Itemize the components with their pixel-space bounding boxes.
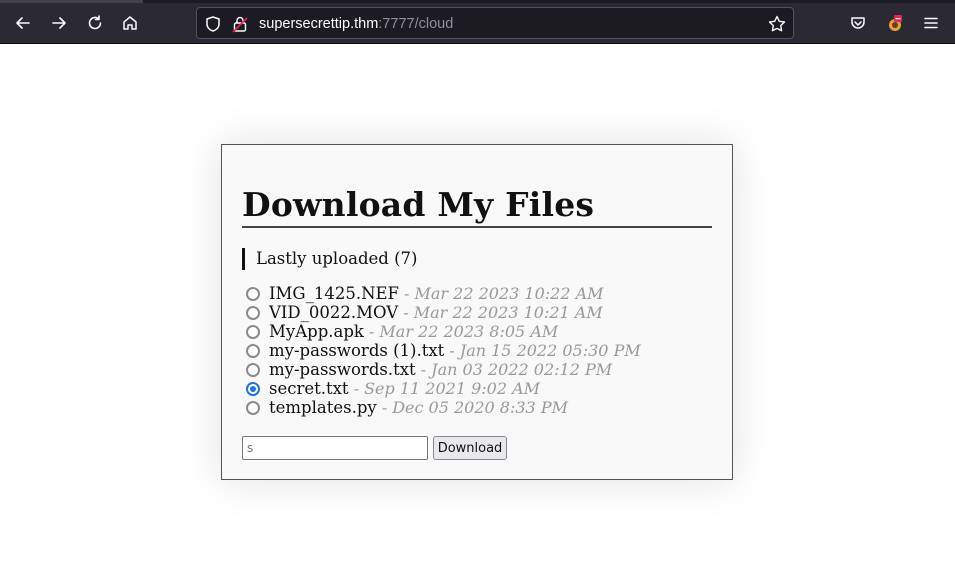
back-icon — [16, 17, 30, 29]
file-name: my-passwords.txt — [269, 360, 416, 379]
url-path: :7777/cloud — [378, 16, 454, 32]
active-tab-indicator — [0, 0, 143, 3]
file-date: - Sep 11 2021 9:02 AM — [353, 379, 541, 398]
list-item[interactable]: my-passwords.txt - Jan 03 2022 02:12 PM — [246, 360, 641, 379]
page-title: Download My Files — [242, 185, 712, 228]
star-icon[interactable] — [767, 14, 787, 34]
pocket-icon — [851, 17, 865, 29]
filename-input[interactable] — [242, 436, 428, 460]
file-date: - Mar 22 2023 10:21 AM — [403, 303, 603, 322]
menu-button[interactable] — [916, 8, 946, 38]
file-name: secret.txt — [269, 379, 349, 398]
list-item[interactable]: templates.py - Dec 05 2020 8:33 PM — [246, 398, 641, 417]
file-name: VID_0022.MOV — [269, 303, 399, 322]
address-bar[interactable]: supersecrettip.thm:7777/cloud — [196, 7, 794, 39]
list-item[interactable]: IMG_1425.NEF - Mar 22 2023 10:22 AM — [246, 284, 641, 303]
list-item[interactable]: VID_0022.MOV - Mar 22 2023 10:21 AM — [246, 303, 641, 322]
file-radio[interactable] — [246, 286, 260, 301]
reload-button[interactable] — [80, 8, 110, 38]
tab-strip — [0, 0, 955, 3]
file-name: templates.py — [269, 398, 377, 417]
download-panel: Download My Files Lastly uploaded (7) IM… — [221, 144, 733, 480]
list-item[interactable]: MyApp.apk - Mar 22 2023 8:05 AM — [246, 322, 641, 341]
file-date: - Dec 05 2020 8:33 PM — [381, 398, 568, 417]
list-item[interactable]: my-passwords (1).txt - Jan 15 2022 05:30 … — [246, 341, 641, 360]
uploads-subtitle: Lastly uploaded (7) — [242, 248, 417, 270]
extension-icon — [889, 15, 902, 31]
file-date: - Mar 22 2023 8:05 AM — [368, 322, 559, 341]
file-date: - Mar 22 2023 10:22 AM — [404, 284, 604, 303]
lock-icon[interactable] — [232, 15, 248, 33]
file-date: - Jan 15 2022 05:30 PM — [449, 341, 641, 360]
file-radio[interactable] — [246, 305, 260, 320]
file-radio[interactable] — [246, 381, 260, 396]
reload-icon — [88, 15, 102, 30]
file-radio[interactable] — [246, 362, 260, 377]
file-radio[interactable] — [246, 400, 260, 415]
file-radio[interactable] — [246, 343, 260, 358]
file-radio[interactable] — [246, 324, 260, 339]
file-name: MyApp.apk — [269, 322, 364, 341]
browser-toolbar: supersecrettip.thm:7777/cloud — [0, 0, 955, 44]
url-host: supersecrettip.thm — [259, 16, 379, 32]
extension-button[interactable] — [880, 8, 910, 38]
forward-icon — [52, 17, 66, 29]
forward-button[interactable] — [44, 8, 74, 38]
file-date: - Jan 03 2022 02:12 PM — [420, 360, 613, 379]
pocket-button[interactable] — [843, 8, 873, 38]
file-name: IMG_1425.NEF — [269, 284, 400, 303]
file-list: IMG_1425.NEF - Mar 22 2023 10:22 AM VID_0… — [246, 284, 641, 417]
home-button[interactable] — [115, 8, 145, 38]
list-item[interactable]: secret.txt - Sep 11 2021 9:02 AM — [246, 379, 641, 398]
url-text[interactable]: supersecrettip.thm:7777/cloud — [259, 15, 453, 33]
download-button[interactable]: Download — [433, 436, 507, 460]
back-button[interactable] — [8, 8, 38, 38]
file-name: my-passwords (1).txt — [269, 341, 445, 360]
home-icon — [123, 16, 137, 30]
menu-icon — [924, 17, 938, 29]
shield-icon[interactable] — [204, 15, 222, 33]
